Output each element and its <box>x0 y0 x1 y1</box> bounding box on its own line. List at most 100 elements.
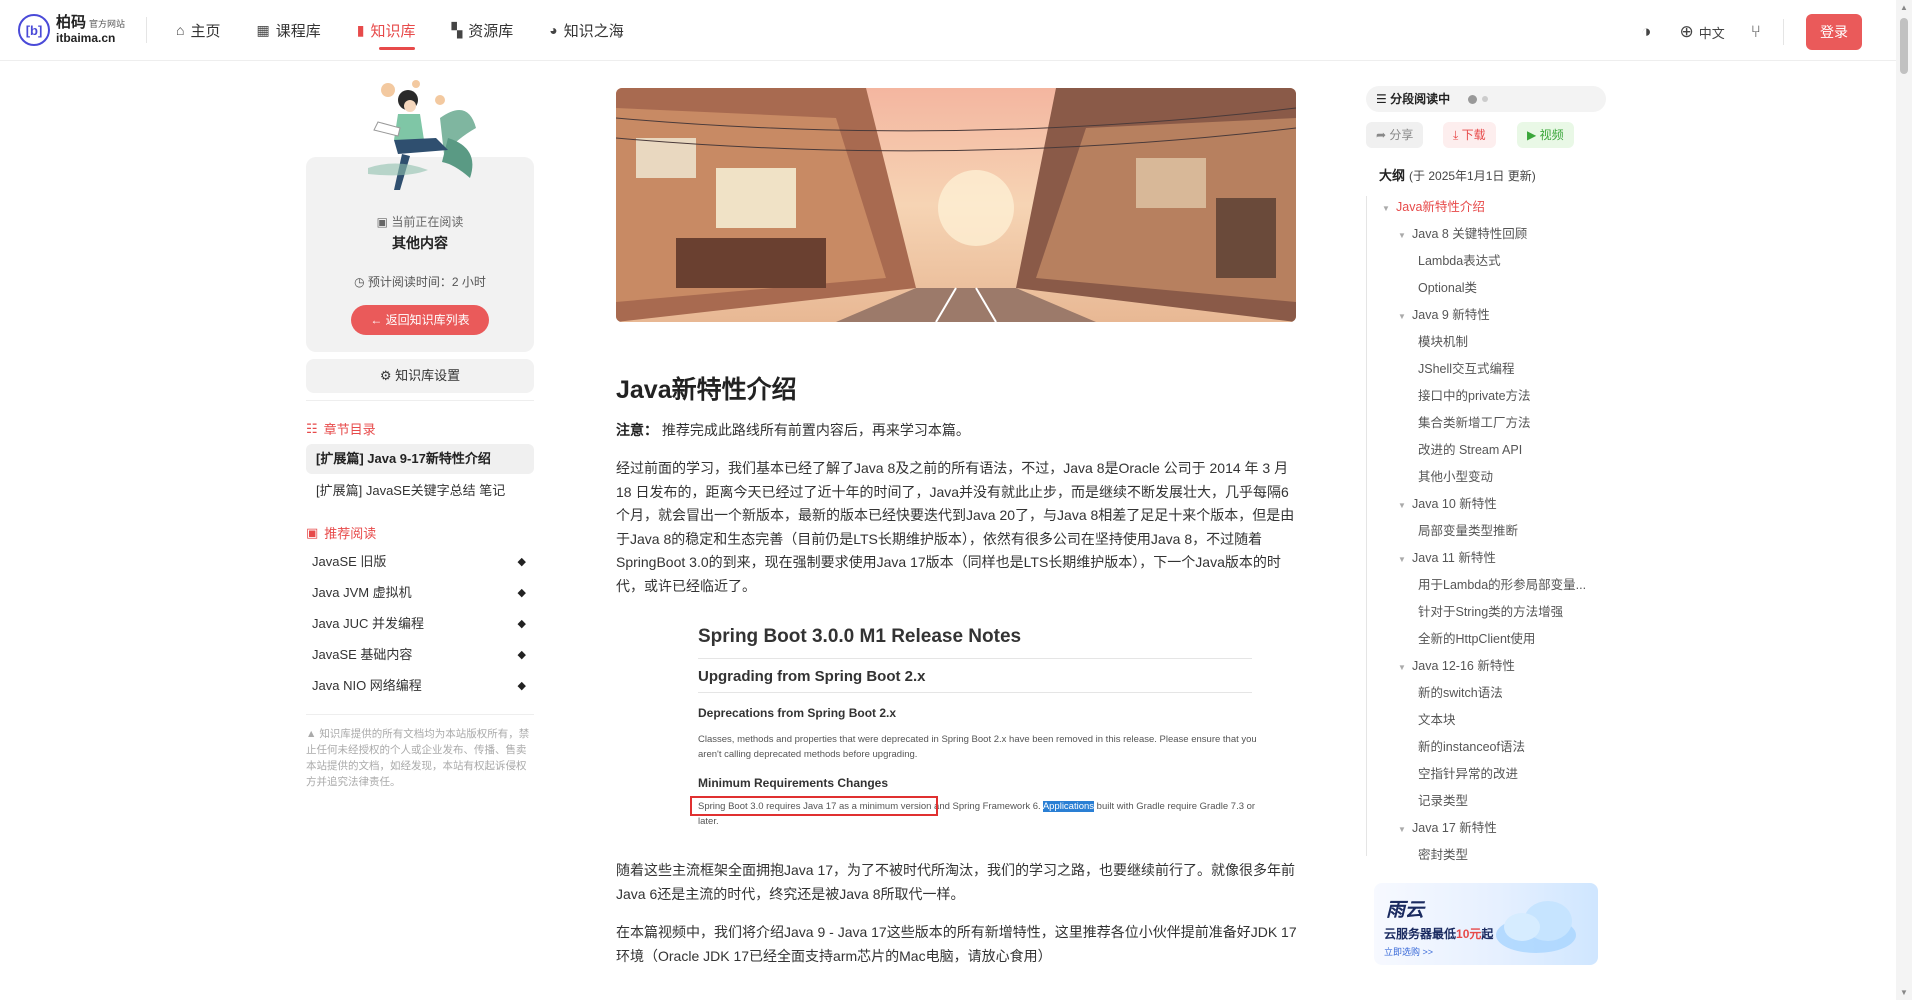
language-label: 中文 <box>1698 25 1725 41</box>
chevron-down-icon[interactable]: ▼ <box>1398 501 1412 510</box>
recommend-item[interactable]: Java NIO 网络编程 ◆ <box>306 671 534 701</box>
outline-item[interactable]: ▼ Java 17 新特性 <box>1398 817 1598 836</box>
outline-item[interactable]: 新的switch语法 <box>1418 682 1598 701</box>
download-icon: ⤓ <box>1453 128 1462 142</box>
outline-item[interactable]: 其他小型变动 <box>1418 466 1598 485</box>
outline-label: 接口中的private方法 <box>1418 389 1531 403</box>
home-icon: ⌂ <box>176 22 185 38</box>
dot-indicator <box>1482 96 1488 102</box>
play-icon: ▶ <box>1527 128 1540 142</box>
site-logo[interactable]: [b] 柏码 官方网站 itbaima.cn <box>18 14 125 46</box>
arrow-left-icon: ← <box>370 313 386 327</box>
selected-text: Applications <box>1042 801 1095 812</box>
nav-courses[interactable]: ▦ 课程库 <box>256 0 320 60</box>
outline-label: 空指针异常的改进 <box>1418 767 1519 781</box>
tag-icon: ◆ <box>517 556 526 568</box>
outline-item[interactable]: Lambda表达式 <box>1418 250 1598 269</box>
theme-toggle-icon[interactable]: ◑ <box>1641 22 1651 42</box>
outline-item[interactable]: 记录类型 <box>1418 790 1598 809</box>
recommend-item[interactable]: Java JUC 并发编程 ◆ <box>306 609 534 639</box>
article-paragraph: 随着这些主流框架全面拥抱Java 17，为了不被时代所淘汰，我们的学习之路，也要… <box>616 862 1296 902</box>
outline-rail <box>1366 196 1367 856</box>
outline-label: Lambda表达式 <box>1418 254 1501 268</box>
scroll-down-icon[interactable]: ▼ <box>1900 988 1908 997</box>
reading-girl-illustration <box>368 80 476 190</box>
divider <box>306 714 534 715</box>
warning-icon: ▲ <box>306 728 320 740</box>
segment-reading-toggle[interactable]: ☰ 分段阅读中 <box>1366 86 1606 112</box>
login-button[interactable]: 登录 <box>1806 14 1862 50</box>
gift-icon: ▣ <box>306 524 319 540</box>
outline-item[interactable]: 密封类型 <box>1418 844 1598 863</box>
back-to-list-button[interactable]: ← 返回知识库列表 <box>351 305 489 335</box>
chevron-down-icon[interactable]: ▼ <box>1398 231 1412 240</box>
chevron-down-icon[interactable]: ▼ <box>1398 663 1412 672</box>
chevron-down-icon[interactable]: ▼ <box>1398 825 1412 834</box>
outline-item[interactable]: 针对于String类的方法增强 <box>1418 601 1598 620</box>
outline-label: 其他小型变动 <box>1418 470 1494 484</box>
ad-link[interactable]: 立即选购 >> <box>1384 945 1433 958</box>
divider <box>306 400 534 401</box>
nav-label: 资源库 <box>468 22 514 40</box>
divider <box>1783 19 1784 45</box>
ad-title: 雨云 <box>1386 900 1425 921</box>
outline-item[interactable]: 模块机制 <box>1418 331 1598 350</box>
nav-home[interactable]: ⌂ 主页 <box>176 0 220 60</box>
outline-label: 记录类型 <box>1418 794 1469 808</box>
current-reading-label: ▣ 当前正在阅读 <box>376 215 464 229</box>
brand-domain: itbaima.cn <box>56 30 116 45</box>
chevron-down-icon[interactable]: ▼ <box>1382 204 1396 213</box>
outline-item[interactable]: 全新的HttpClient使用 <box>1418 628 1598 647</box>
nav-resources[interactable]: ▚ 资源库 <box>451 0 513 60</box>
scroll-up-icon[interactable]: ▲ <box>1900 3 1908 12</box>
outline-item[interactable]: 空指针异常的改进 <box>1418 763 1598 782</box>
current-reading-title: 其他内容 <box>392 235 448 251</box>
language-switch[interactable]: ⊕ 中文 <box>1680 22 1725 42</box>
yuyun-ad-banner[interactable]: 雨云 云服务器最低10元起 立即选购 >> <box>1374 883 1598 965</box>
outline-item[interactable]: JShell交互式编程 <box>1418 358 1598 377</box>
release-section-heading: Minimum Requirements Changes <box>698 776 889 790</box>
chapter-item[interactable]: [扩展篇] JavaSE关键字总结 笔记 <box>306 476 534 506</box>
nav-knowledge-sea[interactable]: ◕ 知识之海 <box>549 0 623 60</box>
outline-item[interactable]: 集合类新增工厂方法 <box>1418 412 1598 431</box>
outline-item[interactable]: Optional类 <box>1418 277 1598 296</box>
outline-item[interactable]: 文本块 <box>1418 709 1598 728</box>
share-icon: ➦ <box>1376 128 1390 142</box>
release-section-heading: Deprecations from Spring Boot 2.x <box>698 706 897 720</box>
outline-item[interactable]: 新的instanceof语法 <box>1418 736 1598 755</box>
download-button[interactable]: ⤓ 下载 <box>1443 122 1496 148</box>
outline-item[interactable]: 局部变量类型推断 <box>1418 520 1598 539</box>
cloud-icon <box>1496 901 1576 953</box>
nav-knowledge[interactable]: ▮ 知识库 <box>357 0 415 60</box>
outline-item[interactable]: ▼ Java 12-16 新特性 <box>1398 655 1598 674</box>
copyright-notice: ▲ 知识库提供的所有文档均为本站版权所有，禁止任何未经授权的个人或企业发布、传播… <box>306 728 530 788</box>
outline-item[interactable]: ▼ Java 9 新特性 <box>1398 304 1598 323</box>
outline-item[interactable]: 接口中的private方法 <box>1418 385 1598 404</box>
recommend-item[interactable]: Java JVM 虚拟机 ◆ <box>306 578 534 608</box>
outline-item[interactable]: 用于Lambda的形参局部变量... <box>1418 574 1598 593</box>
chapter-item[interactable]: [扩展篇] Java 9-17新特性介绍 <box>306 444 534 474</box>
video-button[interactable]: ▶ 视频 <box>1517 122 1574 148</box>
article-paragraph: 经过前面的学习，我们基本已经了解了Java 8及之前的所有语法，不过，Java … <box>616 460 1295 594</box>
outline-label: Java 11 新特性 <box>1412 551 1496 565</box>
outline-item[interactable]: ▼ Java 11 新特性 <box>1398 547 1598 566</box>
outline-item[interactable]: 改进的 Stream API <box>1418 439 1598 458</box>
outline-item[interactable]: ▼ Java新特性介绍 <box>1382 196 1598 215</box>
page-scrollbar[interactable]: ▲ ▼ <box>1896 0 1912 1000</box>
recommend-item[interactable]: JavaSE 旧版 ◆ <box>306 547 534 577</box>
outline-label: 局部变量类型推断 <box>1418 524 1519 538</box>
top-bar: [b] 柏码 官方网站 itbaima.cn ⌂ 主页 ▦ 课程库 ▮ 知识库 ▚ 资源库… <box>0 0 1896 61</box>
outline-item[interactable]: ▼ Java 10 新特性 <box>1398 493 1598 512</box>
recommend-item[interactable]: JavaSE 基础内容 ◆ <box>306 640 534 670</box>
knowledge-settings-button[interactable]: ⚙ 知识库设置 <box>306 359 534 393</box>
chevron-down-icon[interactable]: ▼ <box>1398 555 1412 564</box>
share-button[interactable]: ➦ 分享 <box>1366 122 1424 148</box>
outline-item[interactable]: ▼ Java 8 关键特性回顾 <box>1398 223 1598 242</box>
outline-label: Java 9 新特性 <box>1412 308 1490 322</box>
scrollbar-thumb[interactable] <box>1900 18 1908 74</box>
chevron-down-icon[interactable]: ▼ <box>1398 312 1412 321</box>
read-time: ◷ 预计阅读时间：2 小时 <box>354 275 486 289</box>
git-branch-icon[interactable]: ⑂ <box>1751 22 1761 42</box>
gear-icon: ⚙ <box>379 368 396 383</box>
dot-indicator <box>1468 95 1477 104</box>
